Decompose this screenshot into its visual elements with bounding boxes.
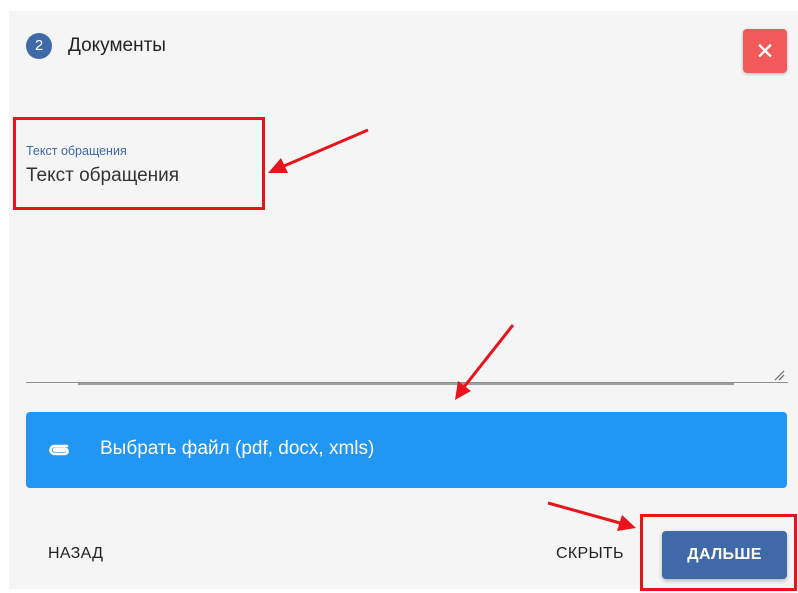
arrow-to-next-button: [547, 501, 636, 531]
arrow-to-message-field: [268, 128, 369, 173]
arrow-to-underline: [455, 324, 515, 400]
annotation-arrows: [268, 128, 636, 531]
